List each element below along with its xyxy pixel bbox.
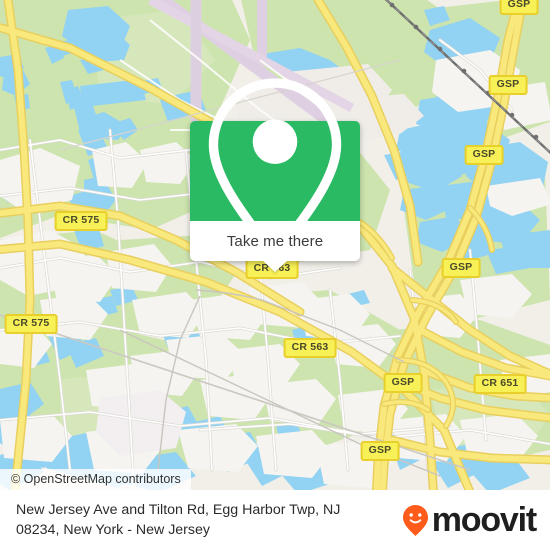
take-me-there-label: Take me there [226,232,324,250]
address-text: New Jersey Ave and Tilton Rd, Egg Harbor… [16,500,340,540]
moovit-smiley-pin-icon [402,504,428,536]
address-line-1: New Jersey Ave and Tilton Rd, Egg Harbor… [16,502,341,518]
moovit-wordmark: moovit [431,501,537,539]
callout-pin-area [190,78,360,261]
map-pin-icon [208,78,342,261]
road-shield[interactable]: CR 575 [54,211,108,231]
callout-tail [262,260,288,272]
moovit-brand[interactable]: moovit [402,501,537,539]
road-shield[interactable]: GSP [499,0,539,15]
road-shield[interactable]: GSP [383,373,423,393]
road-shield[interactable]: GSP [488,75,528,95]
road-shield[interactable]: GSP [441,258,481,278]
location-callout-card[interactable]: Take me there [190,78,360,272]
address-line-2: 08234, New York - New Jersey [16,522,210,538]
moovit-map-card: GSP GSP GSP CR 575 GSP CR 563 CR 575 CR … [0,0,550,550]
road-shield[interactable]: CR 575 [4,314,58,334]
road-shield[interactable]: CR 651 [473,374,527,394]
osm-attribution[interactable]: © OpenStreetMap contributors [0,469,191,490]
map-canvas[interactable]: GSP GSP GSP CR 575 GSP CR 563 CR 575 CR … [0,0,550,490]
road-shield[interactable]: GSP [360,441,400,461]
footer-bar: New Jersey Ave and Tilton Rd, Egg Harbor… [0,490,550,550]
road-shield[interactable]: GSP [464,145,504,165]
callout-action-area[interactable]: Take me there [190,221,360,272]
